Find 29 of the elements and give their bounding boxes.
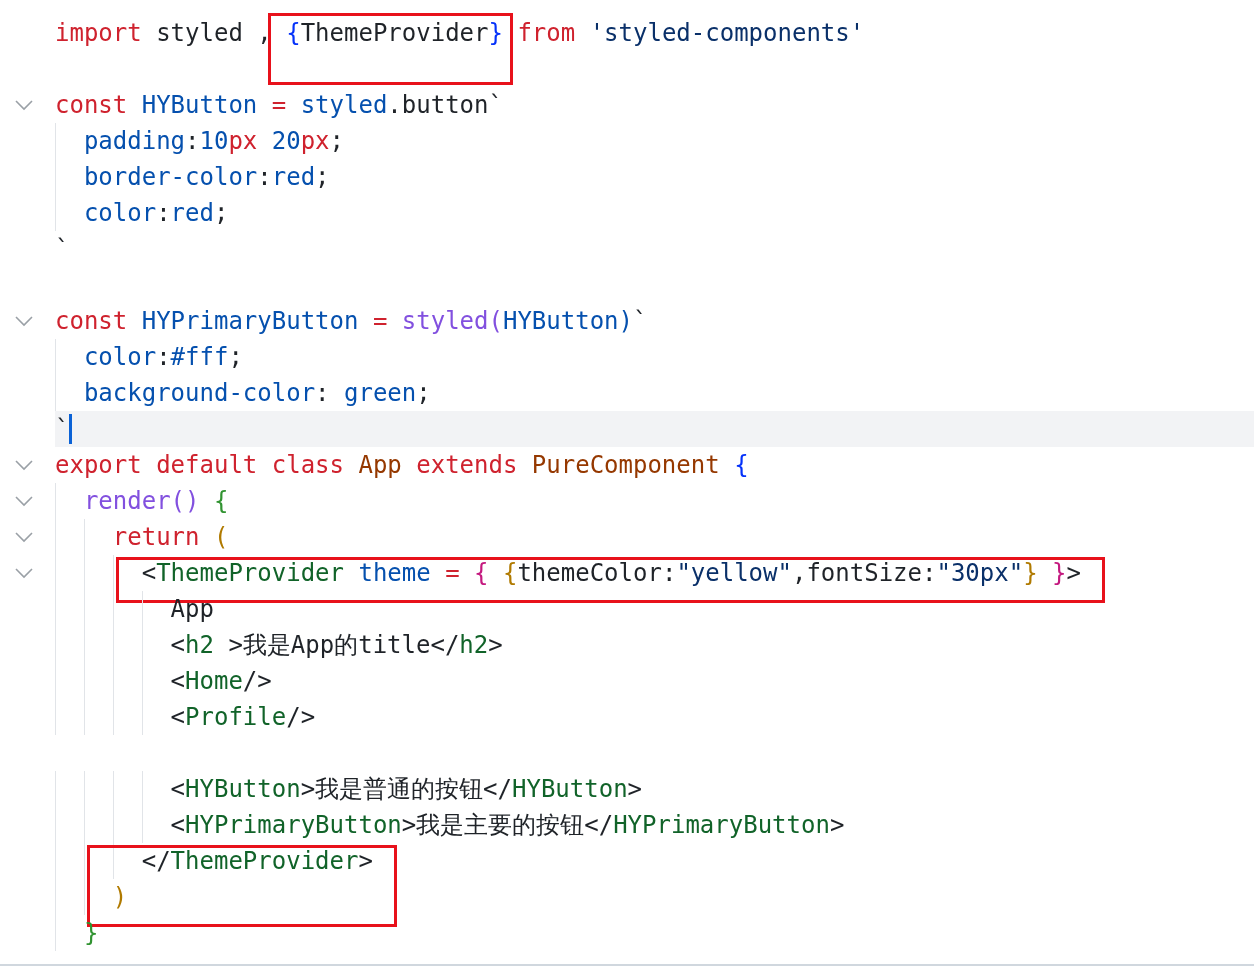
code-line: <ThemeProvider theme = { {themeColor:"yellow",fontSize:"30px"} }> xyxy=(140,558,1081,589)
fold-chevron-icon[interactable] xyxy=(13,567,34,579)
code-line: render() { xyxy=(82,486,229,517)
code-line: <HYButton>我是普通的按钮</HYButton> xyxy=(169,774,643,805)
fold-chevron-icon[interactable] xyxy=(13,531,34,543)
code-line: border-color:red; xyxy=(82,162,330,193)
code-line: return ( xyxy=(111,522,229,553)
code-line: ` xyxy=(55,414,70,445)
code-line: const HYButton = styled.button` xyxy=(55,90,503,121)
code-line: </ThemeProvider> xyxy=(140,846,373,877)
code-line: <Profile/> xyxy=(169,702,316,733)
code-line: App xyxy=(169,594,214,625)
code-line: export default class App extends PureComponent { xyxy=(55,450,749,481)
fold-chevron-icon[interactable] xyxy=(13,315,34,327)
code-line: color:#fff; xyxy=(82,342,243,373)
code-line: import styled , {ThemeProvider} from 'styled-components' xyxy=(55,18,865,49)
code-line: color:red; xyxy=(82,198,229,229)
fold-chevron-icon[interactable] xyxy=(13,99,34,111)
code-line: ` xyxy=(55,234,70,265)
code-line: ) xyxy=(111,882,128,913)
code-line: <HYPrimaryButton>我是主要的按钮</HYPrimaryButton> xyxy=(169,810,845,841)
code-line: <Home/> xyxy=(169,666,272,697)
code-line: const HYPrimaryButton = styled(HYButton)` xyxy=(55,306,648,337)
code-line: } xyxy=(82,918,99,949)
fold-chevron-icon[interactable] xyxy=(13,495,34,507)
code-line: background-color: green; xyxy=(82,378,431,409)
code-line: <h2 >我是App的title</h2> xyxy=(169,630,503,661)
code-line: padding:10px 20px; xyxy=(82,126,345,157)
fold-chevron-icon[interactable] xyxy=(13,459,34,471)
